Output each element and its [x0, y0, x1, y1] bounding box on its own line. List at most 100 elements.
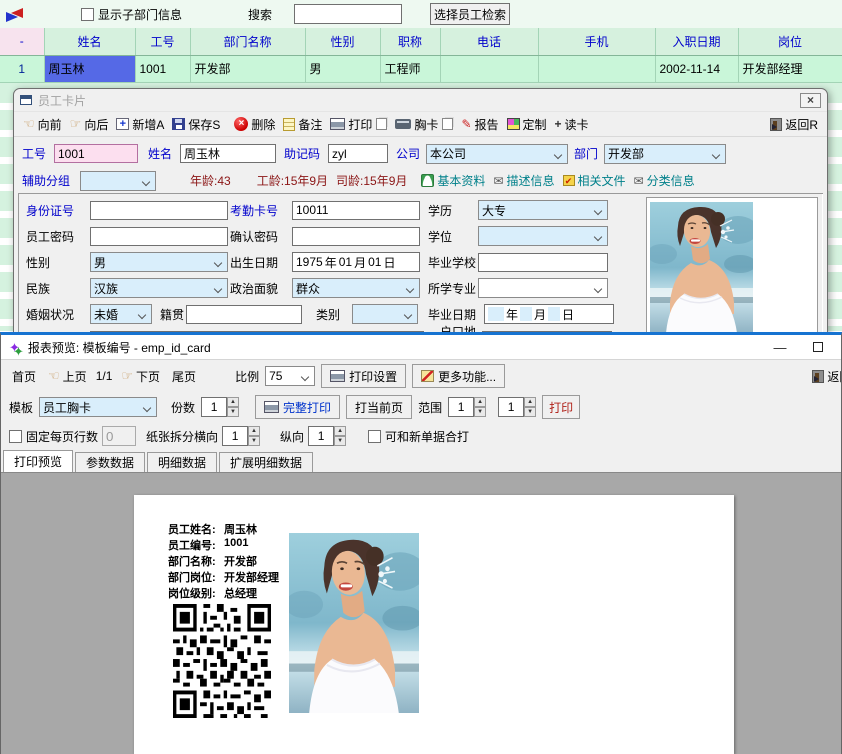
cell-position[interactable]: 开发部经理 [738, 55, 842, 82]
close-icon[interactable] [800, 93, 821, 108]
attendance-field[interactable] [292, 201, 420, 220]
return-button[interactable]: 返回R [767, 115, 821, 134]
col-header-position[interactable]: 岗位 [738, 28, 842, 55]
report-options-toolbar: 固定每页行数 纸张拆分横向 1 纵向 1 可和新单据合打 [1, 422, 841, 450]
add-button[interactable]: 新增A [113, 115, 167, 134]
tab-basic-info[interactable]: 基本资料 [421, 172, 485, 189]
dept-select[interactable]: 开发部 [604, 144, 726, 164]
col-header-gender[interactable]: 性别 [305, 28, 380, 55]
prev-page-button[interactable]: ☜上页 [45, 366, 90, 387]
badge-preview-icon[interactable] [442, 118, 453, 130]
idcard-field[interactable] [90, 201, 228, 220]
card-field-dept: 部门名称:开发部 [168, 553, 257, 569]
cell-mobile[interactable] [538, 55, 655, 82]
card-header-row2: 辅助分组 年龄:43 工龄:15年9月 司龄:15年9月 基本资料 描述信息 相… [14, 167, 827, 194]
report-titlebar[interactable]: 报表预览: 模板编号 - emp_id_card — [1, 335, 841, 359]
first-page-button[interactable]: 首页 [9, 366, 39, 387]
cell-index[interactable]: 1 [0, 55, 44, 82]
mnemonic-field[interactable] [328, 144, 388, 163]
ethnicity-select[interactable]: 汉族 [90, 278, 228, 298]
school-field[interactable] [478, 253, 608, 272]
cell-name-selected[interactable]: 周玉林 [44, 55, 135, 82]
company-select[interactable]: 本公司 [426, 144, 568, 164]
col-header-dept[interactable]: 部门名称 [190, 28, 305, 55]
tab-related-files[interactable]: 相关文件 [563, 172, 626, 189]
print-button[interactable]: 打印 [327, 115, 390, 134]
name-field[interactable] [180, 144, 276, 163]
plus-icon [555, 117, 562, 131]
search-input[interactable] [294, 4, 402, 24]
col-header-hiredate[interactable]: 入职日期 [655, 28, 738, 55]
gender-select[interactable]: 男 [90, 252, 228, 272]
next-page-button[interactable]: ☞下页 [118, 366, 163, 387]
confirm-password-field[interactable] [292, 227, 420, 246]
col-header-empno[interactable]: 工号 [135, 28, 190, 55]
fixed-rows-checkbox[interactable] [9, 430, 22, 443]
select-employee-search-button[interactable]: 选择员工检索 [430, 3, 510, 25]
save-button[interactable]: 保存S [169, 115, 223, 134]
range-to-stepper[interactable]: 1 [498, 397, 536, 417]
more-functions-button[interactable]: 更多功能... [412, 364, 505, 388]
degree-select[interactable] [478, 226, 608, 246]
preview-page: 员工姓名:周玉林 员工编号:1001 部门名称:开发部 部门岗位:开发部经理 岗… [134, 495, 734, 754]
type-select[interactable] [352, 304, 418, 324]
tab-print-preview[interactable]: 打印预览 [3, 450, 73, 472]
col-header-name[interactable]: 姓名 [44, 28, 135, 55]
last-page-button[interactable]: 尾页 [169, 366, 199, 387]
full-print-button[interactable]: 完整打印 [255, 395, 340, 419]
cell-dept[interactable]: 开发部 [190, 55, 305, 82]
split-horizontal-stepper[interactable]: 1 [222, 426, 260, 446]
password-field[interactable] [90, 227, 228, 246]
tab-extended-detail-data[interactable]: 扩展明细数据 [219, 452, 313, 472]
prev-button[interactable]: ☜向前 [20, 115, 65, 134]
merge-print-checkbox[interactable] [368, 430, 381, 443]
template-select[interactable]: 员工胸卡 [39, 397, 157, 417]
politics-select[interactable]: 群众 [292, 278, 420, 298]
col-header-phone[interactable]: 电话 [440, 28, 538, 55]
minimize-icon[interactable]: — [765, 340, 795, 355]
col-header-mobile[interactable]: 手机 [538, 28, 655, 55]
tab-description[interactable]: 描述信息 [493, 172, 554, 189]
col-header-title[interactable]: 职称 [380, 28, 440, 55]
cell-title[interactable]: 工程师 [380, 55, 440, 82]
major-select[interactable] [478, 278, 608, 298]
scale-select[interactable]: 75 [265, 366, 315, 386]
copies-stepper[interactable]: 1 [201, 397, 239, 417]
print-preview-icon[interactable] [376, 118, 387, 130]
swap-arrows-icon[interactable] [5, 7, 25, 21]
print-current-page-button[interactable]: 打当前页 [346, 395, 412, 419]
cell-phone[interactable] [440, 55, 538, 82]
cell-gender[interactable]: 男 [305, 55, 380, 82]
tab-parameter-data[interactable]: 参数数据 [75, 452, 145, 472]
education-select[interactable]: 大专 [478, 200, 608, 220]
badge-button[interactable]: 胸卡 [392, 115, 456, 134]
marriage-select[interactable]: 未婚 [90, 304, 152, 324]
print-setup-button[interactable]: 打印设置 [321, 364, 406, 388]
birthdate-field[interactable]: 1975年 01月 01日 [292, 252, 420, 272]
fixed-rows-field[interactable] [102, 426, 136, 446]
preview-canvas[interactable]: 员工姓名:周玉林 员工编号:1001 部门名称:开发部 部门岗位:开发部经理 岗… [1, 472, 841, 754]
return-button[interactable]: 返回R [809, 366, 842, 387]
split-vertical-stepper[interactable]: 1 [308, 426, 346, 446]
delete-button[interactable]: 删除 [231, 115, 278, 134]
empno-field[interactable] [54, 144, 138, 163]
print-button[interactable]: 打印 [542, 395, 580, 419]
tab-category-info[interactable]: 分类信息 [634, 172, 695, 189]
range-from-stepper[interactable]: 1 [448, 397, 486, 417]
hometown-field[interactable] [186, 305, 302, 324]
show-subdept-checkbox[interactable] [81, 8, 94, 21]
aux-group-select[interactable] [80, 171, 156, 191]
report-button[interactable]: 报告 [458, 115, 501, 134]
col-header-index[interactable]: - [0, 28, 44, 55]
maximize-icon[interactable] [803, 340, 833, 355]
next-button[interactable]: ☞向后 [67, 115, 112, 134]
note-button[interactable]: 备注 [280, 115, 325, 134]
dialog-titlebar[interactable]: 员工卡片 [14, 89, 827, 111]
cell-hiredate[interactable]: 2002-11-14 [655, 55, 738, 82]
customize-button[interactable]: 定制 [504, 115, 550, 134]
tab-detail-data[interactable]: 明细数据 [147, 452, 217, 472]
readcard-button[interactable]: 读卡 [552, 115, 592, 134]
graddate-field[interactable]: 年 月 日 [484, 304, 614, 324]
tenure-text: 工龄:15年9月 [257, 172, 328, 189]
cell-empno[interactable]: 1001 [135, 55, 190, 82]
